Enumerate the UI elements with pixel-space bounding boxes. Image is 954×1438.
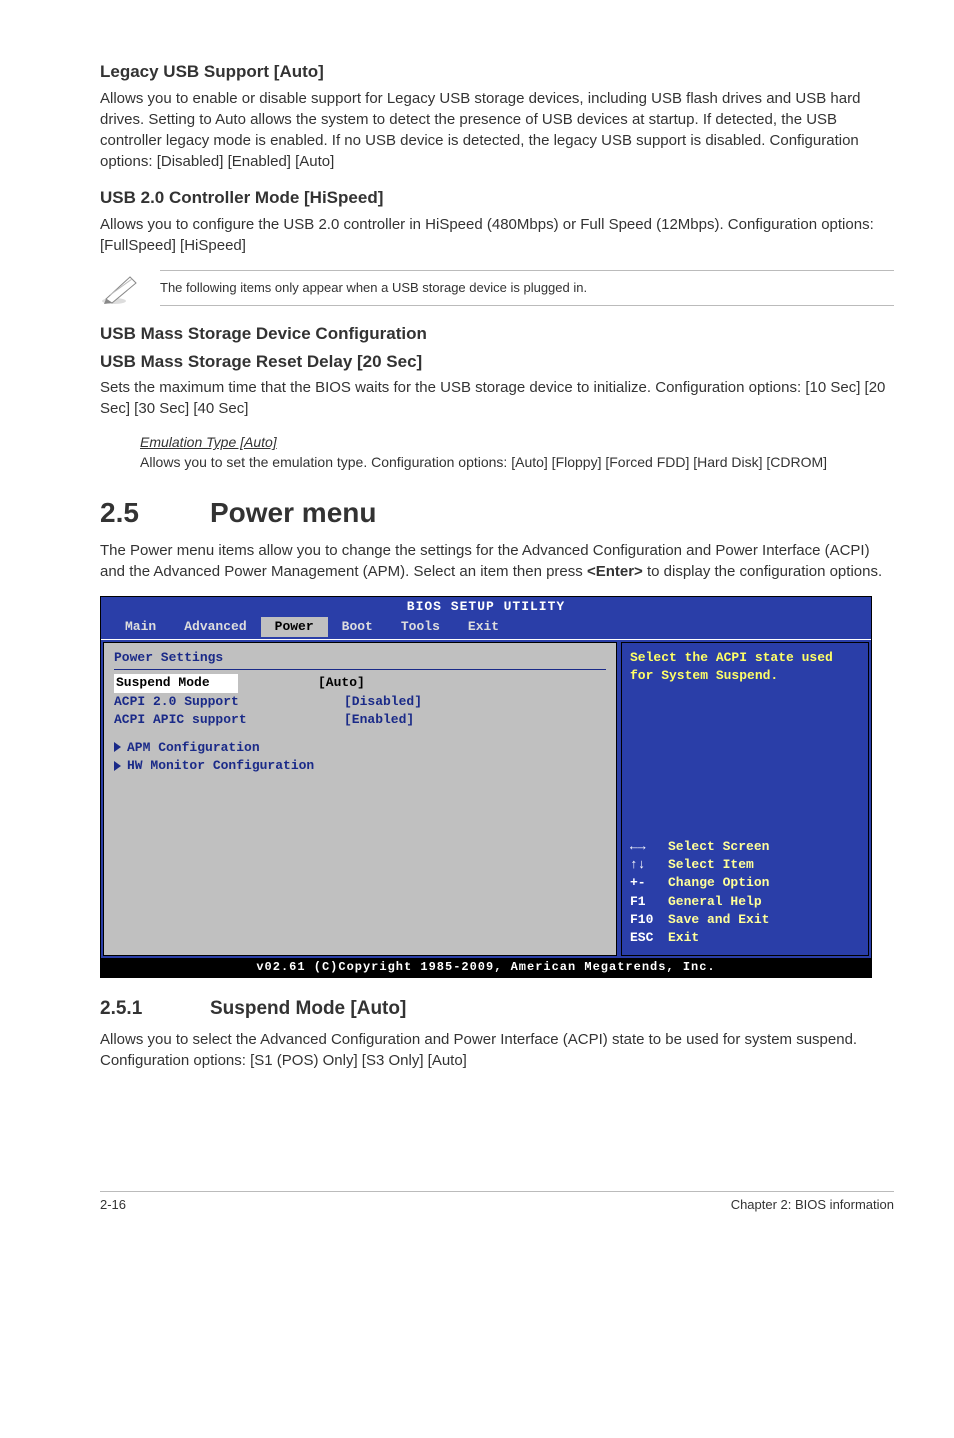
bios-tab-exit[interactable]: Exit <box>454 617 513 637</box>
bios-row-suspend-mode[interactable]: Suspend Mode [Auto] <box>114 674 606 692</box>
bios-tab-advanced[interactable]: Advanced <box>170 617 260 637</box>
page-footer: 2-16 Chapter 2: BIOS information <box>100 1191 894 1214</box>
heading-power-menu: 2.5Power menu <box>100 493 894 532</box>
bios-row-label: ACPI 2.0 Support <box>114 693 344 711</box>
para-legacy-usb: Allows you to enable or disable support … <box>100 88 894 172</box>
section-number: 2.5 <box>100 493 210 532</box>
bios-submenu-apm[interactable]: APM Configuration <box>114 739 606 757</box>
heading-emulation-type: Emulation Type [Auto] <box>140 433 894 453</box>
bios-help-text: Select the ACPI state used for System Su… <box>630 649 860 685</box>
bios-help-panel: Select the ACPI state used for System Su… <box>621 642 869 956</box>
page-number: 2-16 <box>100 1196 126 1214</box>
bios-panel-title: Power Settings <box>114 649 606 667</box>
note-text: The following items only appear when a U… <box>160 270 894 306</box>
heading-legacy-usb: Legacy USB Support [Auto] <box>100 60 894 84</box>
para-reset-delay: Sets the maximum time that the BIOS wait… <box>100 377 894 419</box>
bios-submenu-hwmonitor[interactable]: HW Monitor Configuration <box>114 757 606 775</box>
para-suspend-mode: Allows you to select the Advanced Config… <box>100 1029 894 1071</box>
bios-tab-bar: Main Advanced Power Boot Tools Exit <box>101 617 871 639</box>
bios-row-value: [Disabled] <box>344 693 422 711</box>
bios-row-label: ACPI APIC support <box>114 711 344 729</box>
heading-suspend-mode: 2.5.1Suspend Mode [Auto] <box>100 996 894 1023</box>
bios-left-panel: Power Settings Suspend Mode [Auto] ACPI … <box>103 642 617 956</box>
para-usb20-mode: Allows you to configure the USB 2.0 cont… <box>100 214 894 256</box>
heading-usb20-mode: USB 2.0 Controller Mode [HiSpeed] <box>100 186 894 210</box>
bios-row-acpi-apic[interactable]: ACPI APIC support [Enabled] <box>114 711 606 729</box>
bios-row-value: [Enabled] <box>344 711 414 729</box>
bios-row-value: [Auto] <box>318 674 365 692</box>
subsection-title: Suspend Mode [Auto] <box>210 998 406 1019</box>
bios-row-acpi20[interactable]: ACPI 2.0 Support [Disabled] <box>114 693 606 711</box>
bios-tab-power[interactable]: Power <box>261 617 328 637</box>
bios-key-legend: ←→Select Screen ↑↓Select Item +-Change O… <box>630 838 860 947</box>
chapter-label: Chapter 2: BIOS information <box>731 1196 894 1214</box>
bios-footer: v02.61 (C)Copyright 1985-2009, American … <box>101 958 871 977</box>
heading-mass-storage-config: USB Mass Storage Device Configuration <box>100 322 894 346</box>
subsection-number: 2.5.1 <box>100 996 210 1023</box>
note-block: The following items only appear when a U… <box>100 270 894 306</box>
heading-reset-delay: USB Mass Storage Reset Delay [20 Sec] <box>100 350 894 374</box>
para-power-menu: The Power menu items allow you to change… <box>100 540 894 582</box>
section-title: Power menu <box>210 497 376 528</box>
pen-icon <box>100 271 160 305</box>
bios-row-label: Suspend Mode <box>114 674 238 692</box>
bios-tab-boot[interactable]: Boot <box>328 617 387 637</box>
bios-title: BIOS SETUP UTILITY <box>101 597 871 617</box>
bios-screenshot: BIOS SETUP UTILITY Main Advanced Power B… <box>100 596 872 978</box>
para-emulation-type: Allows you to set the emulation type. Co… <box>140 453 894 473</box>
bios-tab-main[interactable]: Main <box>111 617 170 637</box>
bios-tab-tools[interactable]: Tools <box>387 617 454 637</box>
